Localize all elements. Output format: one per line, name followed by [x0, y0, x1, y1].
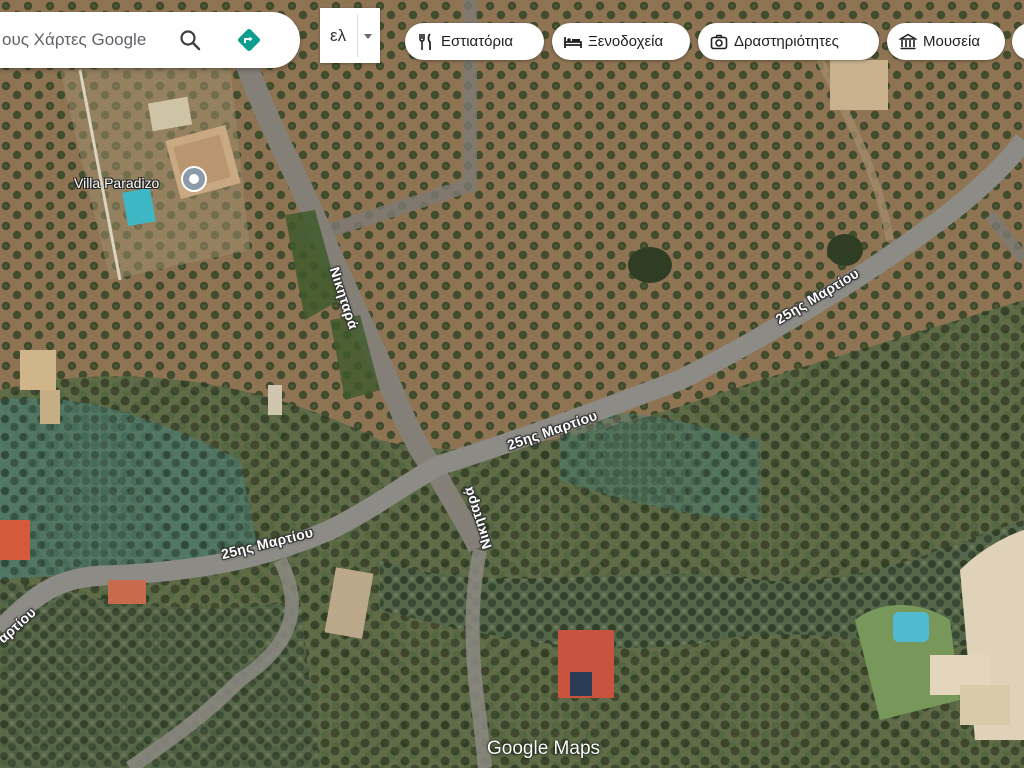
google-maps-logo: Google Maps [487, 738, 601, 759]
search-input[interactable] [0, 29, 204, 51]
chip-label: Ξενοδοχεία [588, 33, 664, 50]
dropdown-arrow-icon [364, 34, 372, 39]
language-divider [357, 14, 358, 57]
chip-hotels[interactable]: Ξενοδοχεία [552, 23, 690, 60]
chip-label: Εστιατόρια [441, 33, 513, 50]
chip-label: Δραστηριότητες [734, 33, 839, 50]
directions-icon[interactable] [236, 27, 262, 53]
chip-restaurants[interactable]: Εστιατόρια [405, 23, 544, 60]
chip-label: Μουσεία [923, 33, 980, 50]
place-label[interactable]: Villa Paradizo [74, 175, 159, 191]
satellite-map[interactable] [0, 0, 1024, 768]
search-icon[interactable] [178, 28, 202, 52]
chip-activities[interactable]: Δραστηριότητες [698, 23, 879, 60]
language-label: ελ [330, 25, 347, 45]
chip-museums[interactable]: Μουσεία [887, 23, 1005, 60]
fork-knife-icon [419, 32, 431, 50]
camera-icon [710, 34, 728, 49]
search-box [0, 12, 300, 68]
place-marker-icon[interactable] [181, 166, 207, 192]
museum-icon [899, 33, 917, 49]
language-selector[interactable]: ελ [320, 8, 380, 63]
bed-icon [564, 36, 582, 48]
